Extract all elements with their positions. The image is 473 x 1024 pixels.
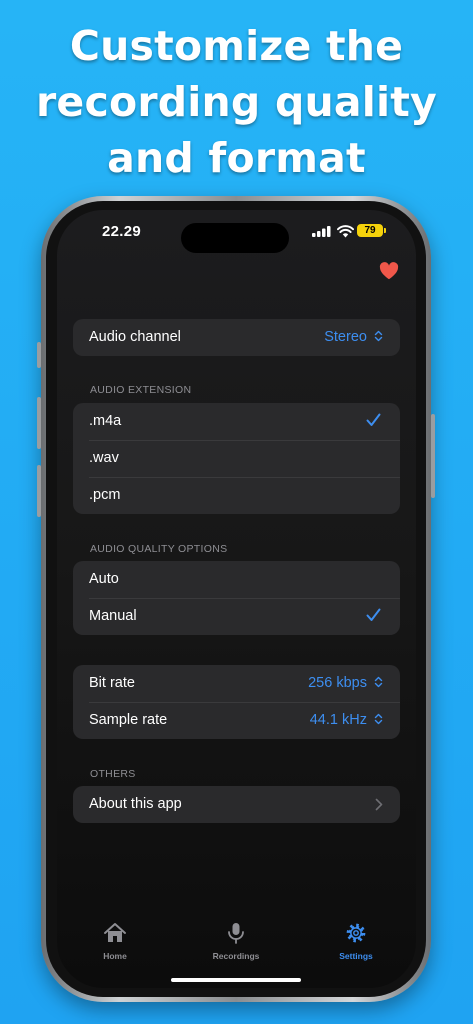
side-button-power <box>431 414 435 498</box>
promo-headline: Customize the recording quality and form… <box>0 18 473 186</box>
quality-option-label: Auto <box>89 571 119 587</box>
extension-option-label: .pcm <box>89 487 121 503</box>
tab-recordings[interactable]: Recordings <box>191 922 281 961</box>
chevron-right-icon <box>375 798 383 811</box>
tab-settings[interactable]: Settings <box>311 922 401 961</box>
section-header-audio-extension: AUDIO EXTENSION <box>90 384 192 396</box>
checkmark-icon <box>366 413 381 426</box>
status-bar: 22.29 79 <box>57 210 416 254</box>
extension-option-pcm[interactable]: .pcm <box>73 477 400 514</box>
bit-rate-row[interactable]: Bit rate 256 kbps <box>73 665 400 702</box>
bit-rate-value: 256 kbps <box>308 675 367 691</box>
extension-option-label: .wav <box>89 450 119 466</box>
audio-channel-picker[interactable]: Stereo <box>324 319 383 356</box>
app-screen: 22.29 79 Audio channel Stereo AUDIO EXTE… <box>57 210 416 988</box>
about-app-label: About this app <box>89 796 182 812</box>
side-button-volume-down <box>37 465 41 517</box>
sample-rate-row[interactable]: Sample rate 44.1 kHz <box>73 702 400 739</box>
dynamic-island <box>181 223 289 253</box>
audio-channel-group: Audio channel Stereo <box>73 319 400 356</box>
about-app-row[interactable]: About this app <box>73 786 400 823</box>
section-header-audio-quality: AUDIO QUALITY OPTIONS <box>90 543 228 555</box>
chevron-up-down-icon <box>374 330 383 342</box>
tab-label: Settings <box>339 951 373 961</box>
tab-label: Recordings <box>212 951 260 961</box>
tab-home[interactable]: Home <box>70 922 160 961</box>
audio-extension-group: .m4a .wav .pcm <box>73 403 400 514</box>
chevron-up-down-icon <box>374 676 383 688</box>
battery-indicator: 79 <box>357 224 383 237</box>
side-button-volume-up <box>37 397 41 449</box>
others-group: About this app <box>73 786 400 823</box>
sample-rate-picker[interactable]: 44.1 kHz <box>310 702 383 739</box>
home-indicator <box>171 978 301 982</box>
audio-channel-value: Stereo <box>324 329 367 345</box>
audio-channel-row[interactable]: Audio channel Stereo <box>73 319 400 356</box>
extension-option-m4a[interactable]: .m4a <box>73 403 400 440</box>
wifi-icon <box>337 225 354 238</box>
quality-option-auto[interactable]: Auto <box>73 561 400 598</box>
extension-option-wav[interactable]: .wav <box>73 440 400 477</box>
home-icon <box>104 923 126 942</box>
quality-option-manual[interactable]: Manual <box>73 598 400 635</box>
extension-option-label: .m4a <box>89 413 122 429</box>
headline-line-1: Customize the <box>69 22 404 70</box>
quality-settings-group: Bit rate 256 kbps Sample rate 44.1 kHz <box>73 665 400 739</box>
quality-option-label: Manual <box>89 608 137 624</box>
audio-quality-group: Auto Manual <box>73 561 400 635</box>
checkmark-icon <box>366 608 381 621</box>
heart-icon[interactable] <box>379 262 399 280</box>
bit-rate-label: Bit rate <box>89 675 135 691</box>
audio-channel-label: Audio channel <box>89 329 181 345</box>
bit-rate-picker[interactable]: 256 kbps <box>308 665 383 702</box>
section-header-others: OTHERS <box>90 768 136 780</box>
tab-bar: Home Recordings Settings <box>57 922 416 982</box>
headline-line-2: recording quality <box>36 78 437 126</box>
side-button-action <box>37 342 41 368</box>
sample-rate-label: Sample rate <box>89 712 168 728</box>
headline-line-3: and format <box>107 134 366 182</box>
status-time: 22.29 <box>102 223 142 240</box>
tab-label: Home <box>103 951 127 961</box>
chevron-up-down-icon <box>374 713 383 725</box>
cellular-signal-icon <box>312 226 331 237</box>
gear-icon <box>346 923 366 943</box>
sample-rate-value: 44.1 kHz <box>309 712 367 728</box>
battery-tip <box>384 228 386 233</box>
microphone-icon <box>228 923 244 944</box>
